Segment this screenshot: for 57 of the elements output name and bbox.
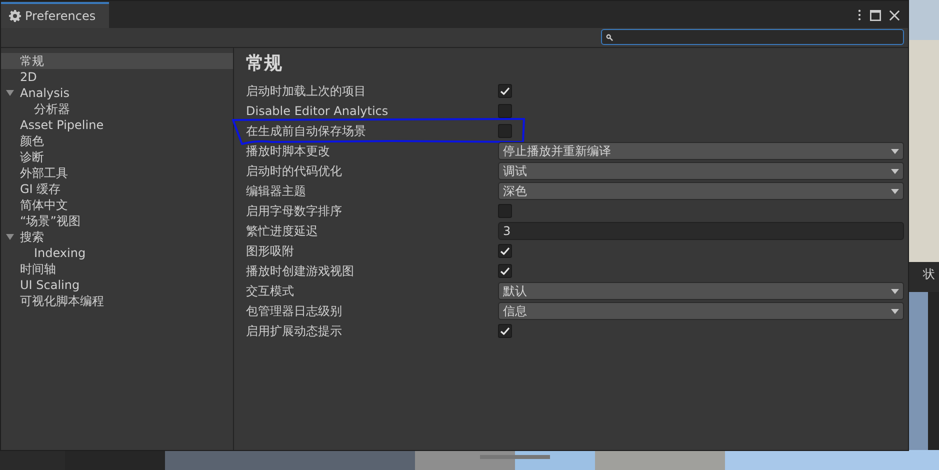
dropdown[interactable]: 调试 <box>498 162 904 180</box>
caret-icon <box>891 288 899 294</box>
sidebar-item[interactable]: 常规 <box>1 53 233 69</box>
sidebar-item[interactable]: UI Scaling <box>1 277 233 293</box>
settings-icon <box>9 10 21 22</box>
sidebar-item[interactable]: Asset Pipeline <box>1 117 233 133</box>
checkbox[interactable] <box>498 244 512 258</box>
sidebar-item[interactable]: 简体中文 <box>1 197 233 213</box>
setting-label: 播放时脚本更改 <box>246 142 331 160</box>
sidebar-item[interactable]: 外部工具 <box>1 165 233 181</box>
sidebar-item[interactable]: “场景”视图 <box>1 213 233 229</box>
maximize-icon[interactable] <box>870 10 881 20</box>
caret-icon <box>891 168 899 174</box>
expand-triangle-icon[interactable] <box>6 89 14 97</box>
number-field[interactable]: 3 <box>498 222 904 240</box>
sidebar-item[interactable]: 2D <box>1 69 233 85</box>
sidebar-item[interactable]: Analysis <box>1 85 233 101</box>
setting-label: 启动时的代码优化 <box>246 162 343 180</box>
setting-label: 繁忙进度延迟 <box>246 222 319 240</box>
setting-label: 启用字母数字排序 <box>246 202 343 220</box>
dropdown[interactable]: 深色 <box>498 182 904 200</box>
sidebar-item[interactable]: 可视化脚本编程 <box>1 293 233 309</box>
sidebar-item[interactable]: 颜色 <box>1 133 233 149</box>
sidebar-item[interactable]: 分析器 <box>1 101 233 117</box>
checkbox[interactable] <box>498 204 512 218</box>
setting-label: 启用扩展动态提示 <box>246 322 343 340</box>
search-icon <box>606 34 613 40</box>
expand-triangle-icon[interactable] <box>6 233 14 241</box>
close-icon[interactable] <box>889 10 900 20</box>
sidebar-item[interactable]: Indexing <box>1 245 233 261</box>
caret-icon <box>891 188 899 194</box>
dropdown[interactable]: 默认 <box>498 282 904 300</box>
checkbox[interactable] <box>498 104 512 118</box>
caret-icon <box>891 148 899 154</box>
window-tab[interactable]: Preferences <box>1 2 109 28</box>
caret-icon <box>891 308 899 314</box>
dropdown[interactable]: 停止播放并重新编译 <box>498 142 904 160</box>
checkbox[interactable] <box>498 264 512 278</box>
setting-label: 播放时创建游戏视图 <box>246 262 355 280</box>
checkbox[interactable] <box>498 124 512 138</box>
setting-label: 在生成前自动保存场景 <box>246 122 367 140</box>
dropdown[interactable]: 信息 <box>498 302 904 320</box>
setting-label: 交互模式 <box>246 282 295 300</box>
checkbox[interactable] <box>498 84 512 98</box>
search-field[interactable] <box>601 29 904 45</box>
sidebar-item[interactable]: GI 缓存 <box>1 181 233 197</box>
setting-label: 图形吸附 <box>246 242 295 260</box>
sidebar-item[interactable]: 时间轴 <box>1 261 233 277</box>
sidebar-item[interactable]: 诊断 <box>1 149 233 165</box>
setting-label: 编辑器主题 <box>246 182 307 200</box>
page-heading: 常规 <box>246 52 283 76</box>
setting-label: 启动时加载上次的项目 <box>246 82 367 100</box>
setting-label: 包管理器日志级别 <box>246 302 343 320</box>
checkbox[interactable] <box>498 324 512 338</box>
sidebar-item[interactable]: 搜索 <box>1 229 233 245</box>
setting-label: Disable Editor Analytics <box>246 104 390 118</box>
more-icon[interactable] <box>857 9 862 21</box>
